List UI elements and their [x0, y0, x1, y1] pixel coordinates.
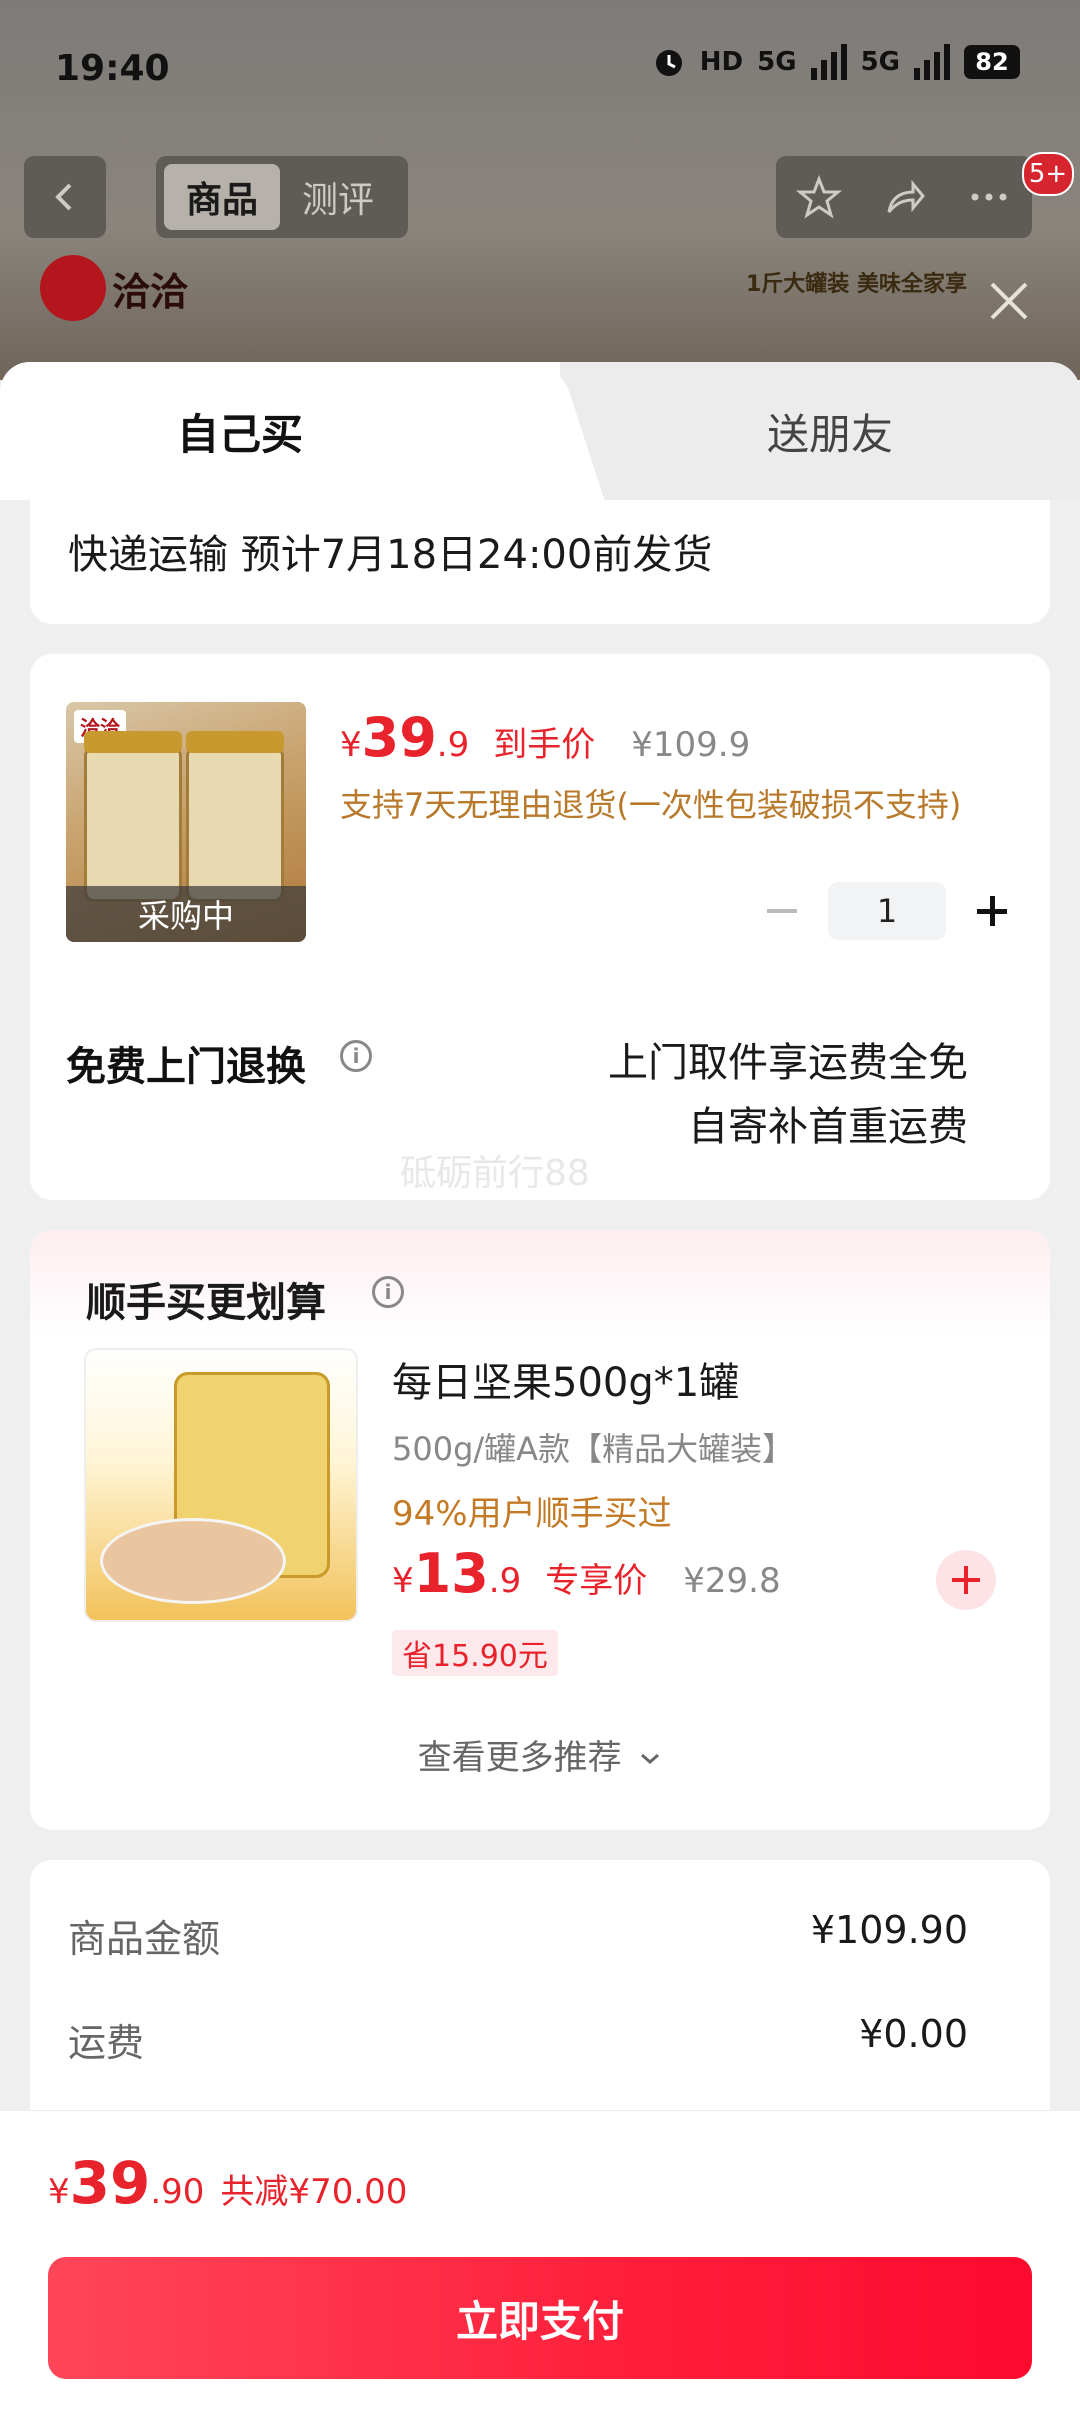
- status-time: 19:40: [55, 48, 170, 89]
- addon-product-name[interactable]: 每日坚果500g*1罐: [392, 1350, 739, 1408]
- addon-price: ¥ 13 .9 专享价 ¥29.8: [392, 1542, 781, 1605]
- watermark: 砥砺前行88: [400, 1153, 590, 1194]
- total-currency: ¥: [48, 2172, 70, 2212]
- jar-shape: [186, 731, 284, 902]
- total-price: ¥ 39 .90 共减¥70.00: [48, 2149, 407, 2217]
- product-page-background: 19:40 HD 5G 5G 82 商品 测评 5+ 洽洽 1斤大罐装 美味全家…: [0, 0, 1080, 380]
- product-status-overlay: 采购中: [66, 886, 306, 942]
- signal-icon-2: [914, 44, 950, 80]
- quantity-decrease-button[interactable]: [760, 889, 804, 933]
- brand-logo: 洽洽: [40, 255, 188, 321]
- info-icon[interactable]: i: [340, 1040, 372, 1072]
- addon-product-image[interactable]: [84, 1348, 358, 1622]
- addon-product-spec[interactable]: 500g/罐A款【精品大罐装】: [392, 1424, 794, 1470]
- summary-goods-label: 商品金额: [68, 1917, 221, 1961]
- price-label: 到手价: [493, 725, 596, 765]
- status-icons: HD 5G 5G 82: [652, 44, 1020, 80]
- network-label-2: 5G: [860, 47, 900, 77]
- message-badge: 5+: [1022, 152, 1074, 196]
- product-price: ¥ 39 .9 到手价 ¥109.9: [340, 706, 750, 769]
- summary-shipping-label: 运费: [68, 2021, 145, 2065]
- chevron-left-icon: [55, 183, 72, 211]
- tab-gift-friend[interactable]: 送朋友: [580, 362, 1080, 500]
- hd-icon: HD: [699, 47, 744, 77]
- original-price: ¥109.9: [631, 725, 751, 765]
- addon-price-integer: 13: [413, 1542, 489, 1605]
- addon-info-icon[interactable]: i: [372, 1276, 404, 1308]
- top-tabs: 商品 测评: [156, 156, 408, 238]
- return-policy-note: 支持7天无理由退货(一次性包装破损不支持): [340, 786, 962, 824]
- chevron-down-icon: [641, 1753, 660, 1764]
- addon-add-button[interactable]: [936, 1550, 996, 1610]
- quantity-increase-button[interactable]: [970, 889, 1014, 933]
- banner-text: 1斤大罐装 美味全家享: [746, 272, 967, 297]
- top-actions: [776, 156, 1032, 238]
- addon-price-label: 专享价: [545, 1561, 648, 1601]
- addon-title: 顺手买更划算: [86, 1280, 326, 1326]
- brand-mark-icon: [40, 255, 106, 321]
- more-recommendations-link[interactable]: 查看更多推荐: [30, 1730, 1050, 1779]
- back-button[interactable]: [24, 156, 106, 238]
- star-icon[interactable]: [795, 174, 842, 220]
- tab-review[interactable]: 测评: [280, 164, 396, 230]
- quantity-stepper: 1: [760, 882, 1014, 940]
- tab-buy-self-label: 自己买: [176, 409, 303, 459]
- summary-goods-value: ¥109.90: [810, 1908, 968, 1952]
- addon-savings-badge: 省15.90元: [392, 1630, 558, 1676]
- total-integer: 39: [69, 2149, 151, 2217]
- tab-buy-self[interactable]: 自己买: [0, 362, 560, 500]
- brand-name: 洽洽: [112, 269, 189, 314]
- price-integer: 39: [361, 706, 437, 769]
- quantity-input[interactable]: 1: [828, 882, 946, 940]
- total-decimal: .90: [150, 2172, 205, 2212]
- tab-product[interactable]: 商品: [164, 164, 280, 230]
- battery-icon: 82: [964, 45, 1020, 79]
- alarm-icon: [655, 50, 682, 76]
- network-label-1: 5G: [757, 47, 797, 77]
- share-icon[interactable]: [881, 174, 927, 220]
- free-return-title: 免费上门退换: [66, 1044, 306, 1090]
- bowl-shape: [100, 1518, 286, 1604]
- pay-now-button[interactable]: 立即支付: [48, 2257, 1032, 2379]
- product-image[interactable]: 洽洽 采购中: [66, 702, 306, 942]
- free-return-line-2: 自寄补首重运费: [688, 1104, 968, 1150]
- addon-price-currency: ¥: [392, 1561, 414, 1601]
- summary-shipping-value: ¥0.00: [859, 2012, 968, 2056]
- more-icon[interactable]: [966, 174, 1012, 220]
- addon-card: 顺手买更划算 i 每日坚果500g*1罐 500g/罐A款【精品大罐装】 94%…: [30, 1230, 1050, 1830]
- addon-original-price: ¥29.8: [683, 1561, 781, 1601]
- addon-price-decimal: .9: [488, 1561, 522, 1601]
- product-card: 洽洽 采购中 ¥ 39 .9 到手价 ¥109.9 支持7天无理由退货(一次性包…: [30, 654, 1050, 1200]
- more-recommendations-label: 查看更多推荐: [417, 1738, 622, 1778]
- addon-bought-ratio: 94%用户顺手买过: [392, 1494, 672, 1534]
- sheet-tabs: 送朋友 自己买: [0, 362, 1080, 500]
- price-currency: ¥: [340, 725, 362, 765]
- jar-shape: [84, 731, 182, 902]
- free-return-line-1: 上门取件享运费全免: [608, 1040, 968, 1086]
- close-icon[interactable]: [984, 276, 1034, 326]
- price-decimal: .9: [436, 725, 470, 765]
- total-discount: 共减¥70.00: [220, 2172, 408, 2212]
- shipping-text: 快递运输 预计7月18日24:00前发货: [68, 532, 713, 578]
- checkout-footer: ¥ 39 .90 共减¥70.00 立即支付: [0, 2110, 1080, 2413]
- purchase-sheet: 送朋友 自己买 快递运输 预计7月18日24:00前发货 洽洽 采购中 ¥ 39…: [0, 362, 1080, 2412]
- signal-icon: [810, 44, 847, 80]
- shipping-card: 快递运输 预计7月18日24:00前发货: [30, 500, 1050, 624]
- status-bar: 19:40 HD 5G 5G 82: [0, 0, 1080, 140]
